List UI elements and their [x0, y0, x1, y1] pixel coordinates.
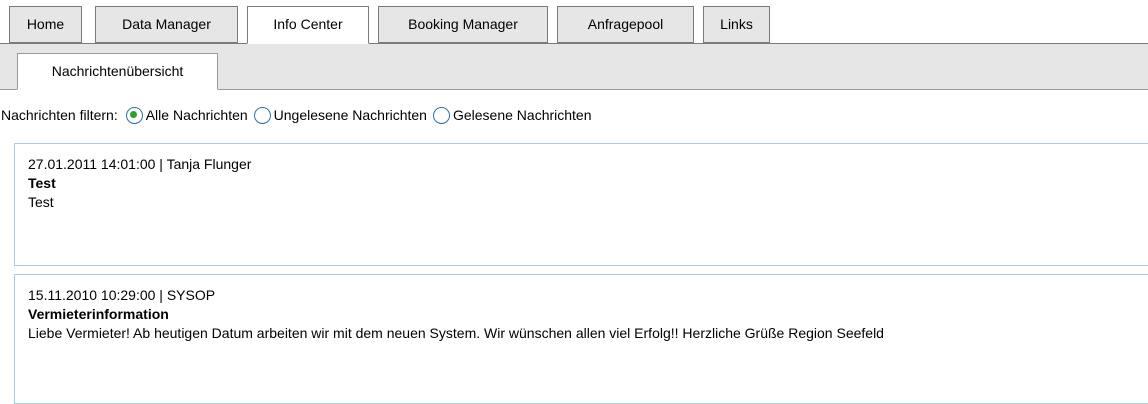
message-title: Test — [28, 175, 56, 191]
filter-option-label: Gelesene Nachrichten — [452, 107, 592, 123]
message-body: Liebe Vermieter! Ab heutigen Datum arbei… — [28, 325, 884, 341]
tab-info-center[interactable]: Info Center — [247, 6, 369, 44]
sub-navigation: Nachrichtenübersicht — [0, 44, 1148, 90]
tab-anfragepool[interactable]: Anfragepool — [557, 6, 694, 43]
message-filter: Nachrichten filtern: Alle Nachrichten Un… — [0, 103, 598, 127]
radio-ungelesene-nachrichten[interactable] — [253, 106, 271, 124]
tab-home[interactable]: Home — [9, 6, 82, 43]
message-meta: 27.01.2011 14:01:00 | Tanja Flunger — [28, 156, 252, 172]
message-meta: 15.11.2010 10:29:00 | SYSOP — [28, 287, 216, 303]
filter-option-ungelesene[interactable]: Ungelesene Nachrichten — [253, 106, 427, 124]
filter-label: Nachrichten filtern: — [1, 107, 118, 123]
main-navigation: Home Data Manager Info Center Booking Ma… — [0, 0, 1148, 44]
filter-option-label: Alle Nachrichten — [145, 107, 248, 123]
message-body: Test — [28, 194, 54, 210]
radio-alle-nachrichten[interactable] — [125, 106, 143, 124]
message-title: Vermieterinformation — [28, 306, 169, 322]
radio-gelesene-nachrichten[interactable] — [432, 106, 450, 124]
message-card[interactable]: 27.01.2011 14:01:00 | Tanja Flunger Test… — [14, 143, 1148, 266]
filter-option-label: Ungelesene Nachrichten — [273, 107, 427, 123]
tab-data-manager[interactable]: Data Manager — [95, 6, 238, 43]
filter-option-gelesene[interactable]: Gelesene Nachrichten — [432, 106, 592, 124]
message-card[interactable]: 15.11.2010 10:29:00 | SYSOP Vermieterinf… — [14, 274, 1148, 404]
tab-nachrichtenuebersicht[interactable]: Nachrichtenübersicht — [17, 53, 218, 90]
filter-option-alle[interactable]: Alle Nachrichten — [125, 106, 248, 124]
tab-links[interactable]: Links — [703, 6, 770, 43]
tab-booking-manager[interactable]: Booking Manager — [378, 6, 548, 43]
